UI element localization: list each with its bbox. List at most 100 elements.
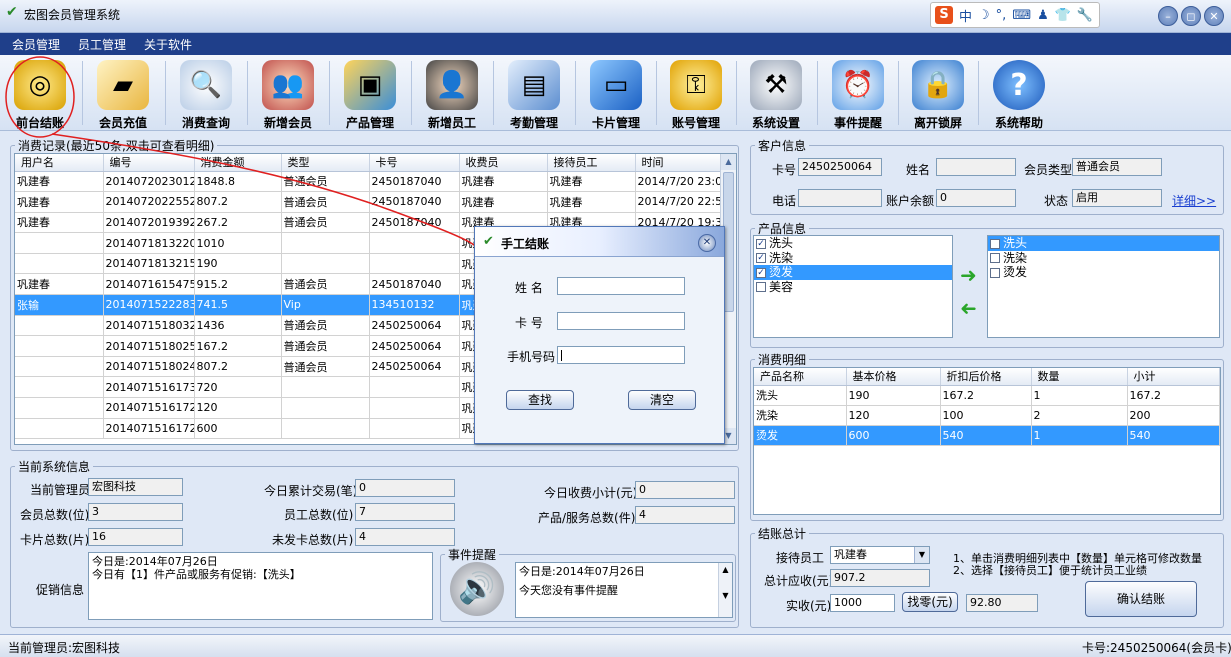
- table-cell[interactable]: 20140718132202: [103, 232, 195, 254]
- dialog-titlebar[interactable]: ✔ 手工结账 ✕: [475, 227, 724, 257]
- table-cell[interactable]: [15, 335, 104, 357]
- table-cell[interactable]: 2: [1031, 405, 1128, 426]
- table-cell[interactable]: 2450187040: [369, 171, 460, 193]
- table-cell[interactable]: 1848.8: [194, 171, 282, 193]
- table-cell[interactable]: 巩建春: [15, 171, 104, 193]
- table-row[interactable]: 烫发 600 540 1 540: [754, 425, 1220, 446]
- menu-staff[interactable]: 员工管理: [78, 36, 126, 53]
- table-cell[interactable]: [281, 397, 370, 419]
- members-field[interactable]: 3: [88, 503, 183, 521]
- checkbox-icon[interactable]: [990, 267, 1000, 278]
- table-cell[interactable]: 20140715161720: [103, 418, 195, 440]
- checkbox-icon[interactable]: ✓: [756, 238, 766, 249]
- dialog-close-icon[interactable]: ✕: [698, 234, 716, 252]
- product-list-item[interactable]: ✓ 洗头: [754, 236, 952, 251]
- table-cell[interactable]: [369, 418, 460, 440]
- products-count-field[interactable]: 4: [635, 506, 735, 524]
- table-cell[interactable]: [369, 397, 460, 419]
- table-cell[interactable]: 洗染: [754, 405, 847, 426]
- table-cell[interactable]: 20140715180252: [103, 335, 195, 357]
- table-cell[interactable]: 167.2: [940, 385, 1032, 406]
- table-cell[interactable]: 20140720225526: [103, 191, 195, 213]
- move-right-arrow-icon[interactable]: ➜: [960, 263, 977, 287]
- table-cell[interactable]: 2450250064: [369, 335, 460, 357]
- ime-settings-icon[interactable]: 🔧: [1077, 8, 1093, 23]
- table-cell[interactable]: [369, 253, 460, 275]
- toolbar-checkout-button[interactable]: ◎ 前台结账: [0, 55, 80, 131]
- product-list-item[interactable]: ✓ 烫发: [754, 265, 952, 280]
- table-cell[interactable]: [15, 253, 104, 275]
- table-cell[interactable]: 134510132: [369, 294, 460, 316]
- table-cell[interactable]: 2450187040: [369, 273, 460, 296]
- table-cell[interactable]: 1: [1031, 385, 1128, 406]
- checkout-staff-select[interactable]: 巩建春 ▼: [830, 546, 930, 564]
- toolbar-query-button[interactable]: 🔍 消费查询: [166, 55, 246, 131]
- table-cell[interactable]: 巩建春: [547, 171, 636, 193]
- toolbar-add-member-button[interactable]: 👥 新增会员: [248, 55, 328, 131]
- chevron-down-icon[interactable]: ▼: [914, 547, 929, 563]
- today-income-field[interactable]: 0: [635, 481, 735, 499]
- toolbar-account-button[interactable]: ⚿ 账号管理: [656, 55, 736, 131]
- records-col-header[interactable]: 编号: [103, 154, 195, 172]
- checkbox-icon[interactable]: [990, 253, 1000, 263]
- table-cell[interactable]: [15, 356, 104, 378]
- table-cell[interactable]: [15, 397, 104, 419]
- table-cell[interactable]: 540: [1127, 425, 1220, 446]
- product-list-item[interactable]: 洗头: [988, 236, 1219, 251]
- maximize-button[interactable]: ◻: [1181, 6, 1201, 26]
- detail-grid[interactable]: 产品名称 基本价格 折扣后价格 数量 小计 洗头 190 167.2 1 167.2 洗染 120 1…: [753, 367, 1221, 515]
- table-cell[interactable]: 普通会员: [281, 356, 370, 378]
- product-list-item[interactable]: 洗染: [988, 251, 1219, 266]
- name-field[interactable]: [936, 158, 1016, 176]
- toolbar-settings-button[interactable]: ⚒ 系统设置: [736, 55, 816, 131]
- toolbar-lock-button[interactable]: 🔒 离开锁屏: [898, 55, 978, 131]
- table-cell[interactable]: 1: [1031, 425, 1128, 446]
- unissued-field[interactable]: 4: [355, 528, 455, 546]
- today-tx-field[interactable]: 0: [355, 479, 455, 497]
- scroll-up-icon[interactable]: ▲: [721, 154, 736, 170]
- table-row[interactable]: 洗染 120 100 2 200: [754, 405, 1220, 426]
- records-col-header[interactable]: 收费员: [459, 154, 548, 172]
- dialog-card-input[interactable]: [557, 312, 685, 330]
- change-button[interactable]: 找零(元): [902, 592, 958, 612]
- table-cell[interactable]: 巩建春: [459, 171, 548, 193]
- event-box[interactable]: 今日是:2014年07月26日 今天您没有事件提醒 ▲ ▼: [515, 562, 733, 618]
- admin-field[interactable]: 宏图科技: [88, 478, 183, 496]
- table-cell[interactable]: 2450250064: [369, 315, 460, 337]
- table-cell[interactable]: 20140716154751: [103, 273, 195, 296]
- total-field[interactable]: 907.2: [830, 569, 930, 587]
- table-cell[interactable]: 600: [194, 418, 282, 440]
- table-cell[interactable]: 2450187040: [369, 212, 460, 234]
- card-no-field[interactable]: 2450250064: [798, 158, 882, 176]
- dialog-phone-input[interactable]: [557, 346, 685, 364]
- table-cell[interactable]: 烫发: [754, 425, 847, 446]
- table-cell[interactable]: [281, 376, 370, 399]
- table-cell[interactable]: 张输: [15, 294, 104, 316]
- table-row[interactable]: 巩建春 20140720225526 807.2 普通会员 2450187040 巩建春巩…: [15, 191, 736, 213]
- table-cell[interactable]: 167.2: [194, 335, 282, 357]
- table-cell[interactable]: 普通会员: [281, 335, 370, 357]
- close-button[interactable]: ✕: [1204, 6, 1224, 26]
- table-cell[interactable]: 巩建春: [15, 191, 104, 213]
- selected-products-list[interactable]: 洗头 洗染 烫发: [987, 235, 1220, 338]
- menu-member[interactable]: 会员管理: [12, 36, 60, 53]
- manual-checkout-dialog[interactable]: ✔ 手工结账 ✕ 姓 名 卡 号 手机号码 查找 清空: [474, 226, 725, 444]
- table-cell[interactable]: 20140715180326: [103, 315, 195, 337]
- ime-keyboard-icon[interactable]: ⌨: [1012, 8, 1031, 23]
- detail-col-header[interactable]: 数量: [1031, 368, 1128, 386]
- records-col-header[interactable]: 类型: [281, 154, 370, 172]
- records-col-header[interactable]: 接待员工: [547, 154, 636, 172]
- table-cell[interactable]: 807.2: [194, 356, 282, 378]
- table-cell[interactable]: 1010: [194, 232, 282, 254]
- table-cell[interactable]: 普通会员: [281, 273, 370, 296]
- table-cell[interactable]: 167.2: [1127, 385, 1220, 406]
- table-cell[interactable]: 200: [1127, 405, 1220, 426]
- table-cell[interactable]: [369, 232, 460, 254]
- table-cell[interactable]: 267.2: [194, 212, 282, 234]
- table-cell[interactable]: 巩建春: [15, 212, 104, 234]
- table-cell[interactable]: [369, 376, 460, 399]
- table-cell[interactable]: [15, 376, 104, 399]
- move-left-arrow-icon[interactable]: ➜: [960, 296, 977, 320]
- table-cell[interactable]: 普通会员: [281, 315, 370, 337]
- table-cell[interactable]: 720: [194, 376, 282, 399]
